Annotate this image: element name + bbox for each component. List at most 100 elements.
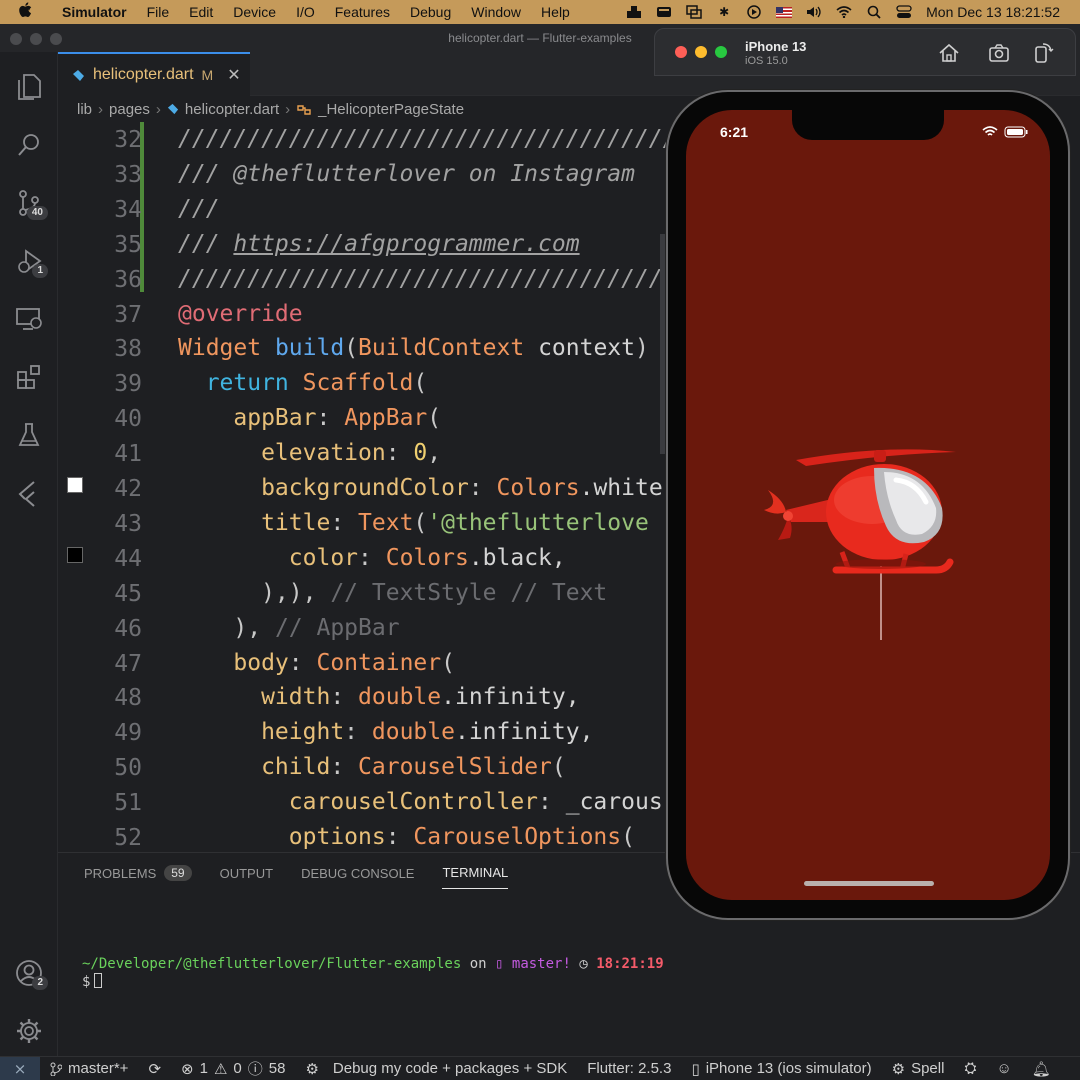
- problems-status[interactable]: ⊗ 1 ⚠ 0 ⓘ 58: [171, 1058, 295, 1079]
- play-status-icon[interactable]: [746, 5, 762, 19]
- code-line[interactable]: 32 ////////////////////////////////////: [58, 122, 666, 157]
- screen-mirror-icon[interactable]: [686, 5, 702, 19]
- breadcrumb-lib[interactable]: lib: [77, 101, 92, 118]
- code-line[interactable]: 47 body: Container(: [58, 646, 666, 681]
- sync-icon[interactable]: ⟳: [138, 1060, 171, 1078]
- search-icon[interactable]: [12, 128, 46, 162]
- tab-helicopter-dart[interactable]: helicopter.dart M ✕: [58, 52, 250, 96]
- menu-app-simulator[interactable]: Simulator: [52, 4, 137, 20]
- code-token: ),: [178, 614, 262, 641]
- tab-terminal[interactable]: TERMINAL: [442, 865, 509, 889]
- volume-icon[interactable]: [806, 5, 822, 19]
- extensions-icon[interactable]: [12, 360, 46, 394]
- breadcrumb-pages[interactable]: pages: [109, 101, 150, 118]
- code-line[interactable]: 52 options: CarouselOptions(: [58, 820, 666, 852]
- line-number: 41: [114, 441, 142, 468]
- code-line[interactable]: 35 /// https://afgprogrammer.com: [58, 227, 666, 262]
- sim-close-button[interactable]: [675, 46, 687, 58]
- wifi-icon[interactable]: [836, 5, 852, 19]
- code-line[interactable]: 40 appBar: AppBar(: [58, 401, 666, 436]
- live-share-icon[interactable]: ⛭: [954, 1060, 986, 1077]
- control-center-icon[interactable]: [896, 5, 912, 19]
- code-line[interactable]: 50 child: CarouselSlider(: [58, 750, 666, 785]
- code-line[interactable]: 41 elevation: 0,: [58, 436, 666, 471]
- accounts-badge: 2: [32, 976, 48, 990]
- menu-features[interactable]: Features: [325, 4, 400, 20]
- menu-help[interactable]: Help: [531, 4, 580, 20]
- debug-mode-status[interactable]: ⚙ Debug my code + packages + SDK: [295, 1060, 577, 1078]
- settings-gear-icon[interactable]: [12, 1014, 46, 1048]
- home-icon[interactable]: [937, 41, 961, 65]
- code-line[interactable]: 33 /// @theflutterlover on Instagram: [58, 157, 666, 192]
- code-line[interactable]: 49 height: double.infinity,: [58, 715, 666, 750]
- tab-debug-console[interactable]: DEBUG CONSOLE: [301, 865, 414, 889]
- code-token: Container: [316, 649, 442, 676]
- menu-file[interactable]: File: [137, 4, 180, 20]
- menu-edit[interactable]: Edit: [179, 4, 223, 20]
- phone-notch: [792, 110, 944, 140]
- code-token: (: [413, 509, 428, 536]
- breadcrumb-file[interactable]: helicopter.dart: [185, 101, 279, 118]
- code-line[interactable]: 48 width: double.infinity,: [58, 680, 666, 715]
- code-line[interactable]: 36 ////////////////////////////////////: [58, 262, 666, 297]
- code-line[interactable]: 38 Widget build(BuildContext context): [58, 331, 666, 366]
- code-line[interactable]: 45 ),), // TextStyle // Text: [58, 576, 666, 611]
- upload-status-icon[interactable]: [626, 5, 642, 19]
- code-token: CarouselSlider: [358, 754, 552, 781]
- flutter-version-status[interactable]: Flutter: 2.5.3: [577, 1060, 681, 1077]
- testing-flask-icon[interactable]: [12, 418, 46, 452]
- code-line[interactable]: 51 carouselController: _carous: [58, 785, 666, 820]
- feedback-icon[interactable]: ☺: [986, 1060, 1021, 1077]
- code-line[interactable]: 46 ), // AppBar: [58, 611, 666, 646]
- menu-debug[interactable]: Debug: [400, 4, 461, 20]
- run-debug-icon[interactable]: 1: [12, 244, 48, 278]
- iphone-screen[interactable]: 6:21: [686, 110, 1050, 900]
- code-token: ////////////////////////////////////: [178, 265, 666, 292]
- code-line[interactable]: 44 color: Colors.black,: [58, 541, 666, 576]
- notifications-bell-icon[interactable]: 🔔︎: [1022, 1060, 1061, 1078]
- code-line[interactable]: 34 ///: [58, 192, 666, 227]
- menubar-status-area: ✱ Mon Dec 13 18:21:52: [626, 4, 1080, 20]
- warning-count: 0: [233, 1060, 242, 1077]
- code-editor[interactable]: 32 //////////////////////////////////// 33…: [58, 122, 666, 852]
- sim-zoom-button[interactable]: [715, 46, 727, 58]
- code-line[interactable]: 43 title: Text('@theflutterlove: [58, 506, 666, 541]
- terminal-output[interactable]: ~/Developer/@theflutterlover/Flutter-exa…: [82, 955, 664, 991]
- code-line[interactable]: 39 return Scaffold(: [58, 366, 666, 401]
- code-text: body: Container(: [178, 650, 455, 676]
- device-status[interactable]: ▯ iPhone 13 (ios simulator): [681, 1060, 881, 1078]
- tab-output[interactable]: OUTPUT: [220, 865, 273, 889]
- search-spotlight-icon[interactable]: [866, 5, 882, 19]
- input-source-flag-icon[interactable]: [776, 6, 793, 18]
- tab-problems[interactable]: PROBLEMS 59: [84, 865, 192, 889]
- menu-io[interactable]: I/O: [286, 4, 325, 20]
- menu-window[interactable]: Window: [461, 4, 531, 20]
- menubar-clock[interactable]: Mon Dec 13 18:21:52: [926, 4, 1060, 20]
- grid-status-icon[interactable]: [656, 5, 672, 19]
- line-number: 43: [114, 510, 142, 537]
- line-number: 34: [114, 196, 142, 223]
- remote-indicator-icon[interactable]: ⨯: [0, 1056, 40, 1080]
- code-text: ), // AppBar: [178, 614, 399, 641]
- spell-status[interactable]: ⚙ Spell: [882, 1060, 955, 1078]
- class-symbol-icon: [297, 105, 311, 115]
- breadcrumb-symbol[interactable]: _HelicopterPageState: [318, 101, 464, 118]
- home-indicator[interactable]: [804, 881, 934, 886]
- rotate-device-icon[interactable]: [1031, 41, 1055, 65]
- accounts-icon[interactable]: 2: [12, 956, 48, 990]
- apple-menu-icon[interactable]: [18, 2, 40, 22]
- remote-explorer-icon[interactable]: [12, 302, 46, 336]
- bluetooth-icon[interactable]: ✱: [716, 5, 732, 19]
- source-control-icon[interactable]: 40: [12, 186, 48, 220]
- tab-close-icon[interactable]: ✕: [227, 65, 240, 85]
- menu-device[interactable]: Device: [223, 4, 286, 20]
- code-token: backgroundColor: [178, 475, 469, 501]
- screenshot-camera-icon[interactable]: [987, 41, 1011, 65]
- terminal-input-line[interactable]: $: [82, 973, 664, 991]
- explorer-icon[interactable]: [12, 70, 46, 104]
- git-branch-status[interactable]: master*+: [40, 1060, 138, 1077]
- flutter-icon[interactable]: [12, 476, 46, 510]
- code-line[interactable]: 42 backgroundColor: Colors.white: [58, 471, 666, 506]
- sim-minimize-button[interactable]: [695, 46, 707, 58]
- code-line[interactable]: 37 @override: [58, 297, 666, 332]
